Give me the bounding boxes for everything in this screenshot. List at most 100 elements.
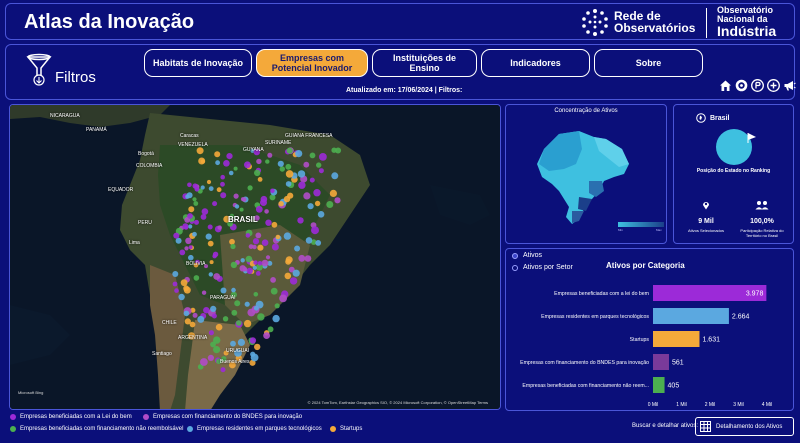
- tab-empresas[interactable]: Empresas com Potencial Inovador: [256, 49, 368, 77]
- map-point: [175, 237, 182, 244]
- map-point: [220, 181, 225, 187]
- legend-item[interactable]: Empresas residentes em parques tecnológi…: [187, 426, 322, 432]
- tab-instituicoes[interactable]: Instituições de Ensino: [372, 49, 477, 77]
- tab-indicadores[interactable]: Indicadores: [481, 49, 590, 77]
- map-point: [257, 261, 263, 266]
- pdf-icon[interactable]: [751, 79, 764, 92]
- map-point: [278, 201, 284, 207]
- detail-assets-button[interactable]: Detalhamento dos Ativos: [695, 417, 794, 436]
- rede-observatorios-logo: Rede de Observatórios: [580, 7, 695, 37]
- tab-sobre[interactable]: Sobre: [594, 49, 703, 77]
- map-point: [319, 153, 327, 161]
- map-point: [192, 197, 197, 202]
- map-point: [309, 152, 316, 159]
- map-point: [297, 217, 304, 224]
- map-point: [207, 240, 214, 247]
- map-point: [285, 163, 292, 170]
- map-point: [184, 246, 189, 251]
- map-point: [304, 255, 312, 262]
- map-point: [239, 265, 246, 272]
- map-point: [239, 207, 244, 212]
- map-point: [298, 254, 306, 262]
- map-point: [192, 312, 198, 318]
- state-name: Brasil: [710, 114, 730, 122]
- map-point: [194, 219, 199, 225]
- bar-chart: Empresas beneficiadas com a lei do bem 3.…: [520, 285, 772, 408]
- legend-label: Empresas residentes em parques tecnológi…: [197, 426, 322, 432]
- map-point: [233, 193, 239, 199]
- map-point: [182, 223, 189, 230]
- tab-indicadores-label: Indicadores: [510, 58, 561, 68]
- map-point: [187, 182, 192, 188]
- legend-item[interactable]: Empresas com financiamento do BNDES para…: [143, 414, 302, 420]
- bar-value-label: 1.631: [702, 337, 720, 344]
- map-point: [311, 226, 319, 235]
- map-point: [172, 281, 178, 287]
- map-point: [236, 320, 242, 326]
- map-point: [220, 287, 227, 294]
- map-point: [241, 197, 247, 202]
- map-point: [234, 300, 241, 307]
- filters-button[interactable]: Filtros: [26, 53, 96, 87]
- map-point: [255, 271, 261, 276]
- map-point: [215, 160, 221, 166]
- map-point: [173, 232, 180, 239]
- map-point: [210, 305, 217, 312]
- map-point: [212, 254, 217, 259]
- map-point: [183, 285, 190, 292]
- map-point: [335, 147, 342, 154]
- map-point: [201, 208, 209, 215]
- map-point: [252, 238, 260, 245]
- plus-icon[interactable]: [767, 79, 780, 92]
- brazil-choropleth[interactable]: [534, 119, 634, 229]
- map-point: [314, 200, 321, 207]
- tab-habitats[interactable]: Habitats de Inovação: [144, 49, 252, 77]
- map-point: [200, 159, 206, 164]
- brand-divider: [706, 8, 707, 38]
- map-point: [317, 211, 325, 218]
- legend-label: Startups: [340, 426, 363, 432]
- map-point: [217, 225, 222, 230]
- map-point: [207, 354, 214, 361]
- map-point: [206, 179, 212, 185]
- map-label-argentina: ARGENTINA: [178, 335, 208, 341]
- map-point: [237, 338, 245, 346]
- table-icon: [700, 421, 711, 432]
- legend-label: Empresas beneficiadas com a Lei do bem: [20, 414, 132, 420]
- home-icon[interactable]: [719, 79, 732, 92]
- map-point: [229, 238, 235, 245]
- map-point: [247, 185, 253, 191]
- map-label-guyana: GUYANA: [243, 147, 264, 153]
- brazil-badge-icon: [696, 113, 706, 123]
- nav-bar: Filtros Habitats de Inovação Empresas co…: [5, 44, 796, 100]
- map-point: [208, 186, 214, 191]
- map-point: [253, 305, 259, 311]
- map-point: [220, 192, 227, 199]
- megaphone-icon[interactable]: [783, 79, 796, 92]
- map-point: [253, 260, 258, 265]
- map-point: [213, 336, 221, 344]
- map-point: [245, 233, 251, 238]
- legend-item[interactable]: Startups: [330, 426, 362, 432]
- map-point: [270, 188, 275, 194]
- map-point: [272, 314, 280, 323]
- info-icon[interactable]: [735, 79, 748, 92]
- kpi-relative-share: 100,0% Participação Relativa do Territór…: [734, 197, 790, 238]
- kpi-selected-value: 9 Mil: [698, 218, 714, 225]
- map-point: [179, 249, 186, 256]
- legend-item[interactable]: Empresas beneficiadas com a Lei do bem: [10, 414, 132, 420]
- map-point: [309, 177, 315, 183]
- updated-status: Atualizado em: 17/06/2024 | Filtros:: [346, 87, 463, 94]
- legend-label: Empresas beneficiadas com financiamento …: [20, 426, 184, 432]
- main-map[interactable]: PANAMÁ NICARAGUA Caracas VENEZUELA GUYAN…: [9, 104, 501, 410]
- map-point: [172, 271, 179, 277]
- map-label-suriname: SURINAME: [265, 140, 292, 146]
- kpi-selected-label: Ativos Selecionados: [687, 228, 725, 233]
- map-point: [192, 231, 197, 237]
- legend-item[interactable]: Empresas beneficiadas com financiamento …: [10, 426, 183, 432]
- map-point: [180, 279, 188, 287]
- map-point: [334, 197, 341, 204]
- ranking-label: Posição do Estado no Ranking: [696, 168, 771, 174]
- map-point: [249, 337, 257, 344]
- map-point: [256, 158, 262, 165]
